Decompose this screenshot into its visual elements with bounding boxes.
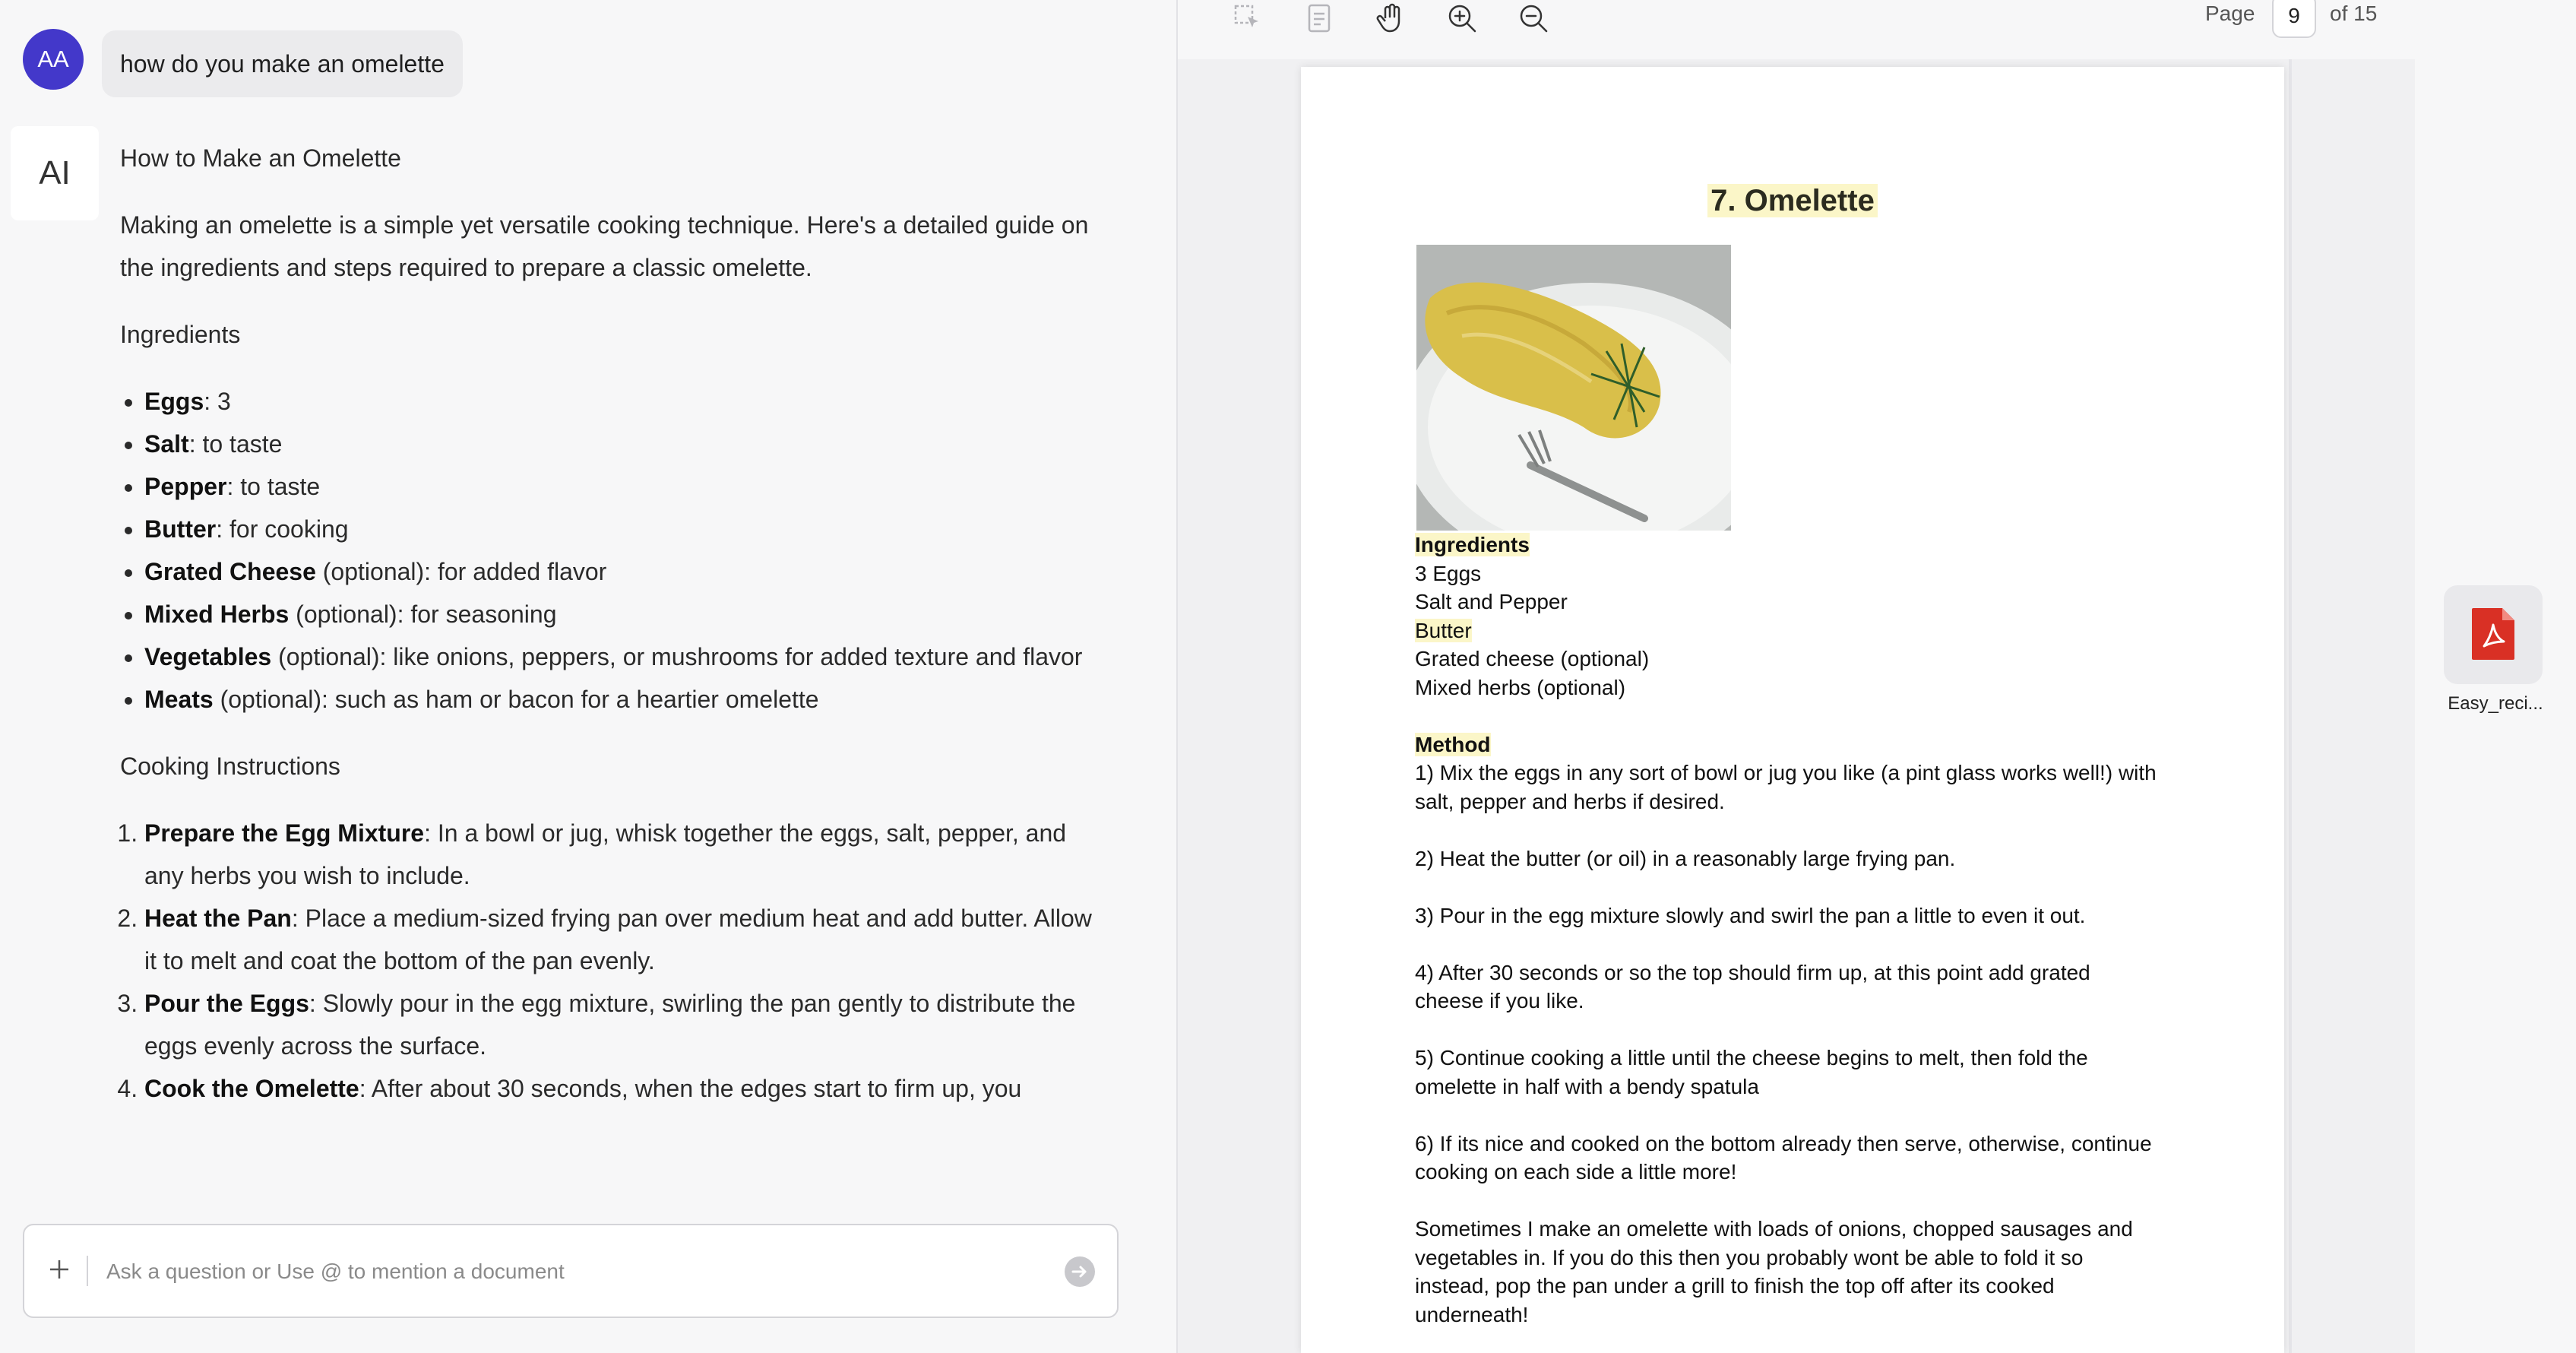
step-detail: : After about 30 seconds, when the edges… (359, 1075, 1022, 1102)
ingredient-name: Vegetables (144, 643, 272, 670)
doc-line: 5) Continue cooking a little until the c… (1415, 1046, 2088, 1069)
ingredients-list: Eggs: 3 Salt: to taste Pepper: to taste … (120, 380, 1108, 721)
ingredients-heading: Ingredients (120, 321, 241, 348)
doc-line: vegetables in. If you do this then you p… (1415, 1245, 2084, 1269)
doc-line: Butter (1415, 618, 1472, 642)
document-rail: Easy_reci... (2415, 0, 2576, 1353)
pdf-page: 7. Omelette Ingredients 3 Eggs Salt and … (1301, 67, 2284, 1353)
doc-line: 1) Mix the eggs in any sort of bowl or j… (1415, 761, 2157, 784)
step-name: Cook the Omelette (144, 1075, 359, 1102)
viewer-toolbar: Page of 15 (1178, 0, 2416, 59)
doc-line: Grated cheese (optional) (1415, 647, 1650, 670)
ai-answer: How to Make an Omelette Making an omelet… (120, 137, 1108, 1134)
step-name: Heat the Pan (144, 905, 292, 932)
viewer-scrollbar[interactable] (2289, 59, 2292, 1353)
step-name: Prepare the Egg Mixture (144, 819, 425, 847)
method-heading: Method (1415, 732, 1491, 756)
list-item: Meats (optional): such as ham or bacon f… (144, 678, 1108, 721)
list-item: Vegetables (optional): like onions, pepp… (144, 635, 1108, 678)
ingredient-name: Pepper (144, 473, 227, 500)
list-item: Pour the Eggs: Slowly pour in the egg mi… (144, 982, 1108, 1067)
ingredient-name: Meats (144, 686, 214, 713)
zoom-out-icon[interactable] (1517, 2, 1550, 35)
list-item: Mixed Herbs (optional): for seasoning (144, 593, 1108, 635)
instructions-heading: Cooking Instructions (120, 753, 340, 780)
doc-line: underneath! (1415, 1302, 1529, 1326)
list-item: Grated Cheese (optional): for added flav… (144, 550, 1108, 593)
pdf-file-icon (2472, 608, 2514, 660)
page-number-input[interactable] (2272, 0, 2316, 38)
ingredient-detail: (optional): such as ham or bacon for a h… (213, 686, 819, 713)
doc-line: 6) If its nice and cooked on the bottom … (1415, 1131, 2152, 1155)
ingredients-heading: Ingredients (1415, 533, 1530, 556)
select-tool-icon[interactable] (1231, 2, 1264, 35)
list-item: Pepper: to taste (144, 465, 1108, 508)
send-icon[interactable] (1064, 1256, 1096, 1288)
ingredient-detail: (optional): like onions, peppers, or mus… (271, 643, 1083, 670)
document-file-name: Easy_reci... (2448, 693, 2543, 714)
ingredient-name: Eggs (144, 388, 204, 415)
ai-avatar: AI (11, 126, 99, 220)
ingredient-name: Salt (144, 430, 189, 458)
page-total: of 15 (2330, 2, 2378, 25)
list-item: Butter: for cooking (144, 508, 1108, 550)
doc-line: instead, pop the pan under a grill to fi… (1415, 1274, 2055, 1298)
doc-line: 4) After 30 seconds or so the top should… (1415, 960, 2090, 984)
list-item: Eggs: 3 (144, 380, 1108, 423)
answer-title: How to Make an Omelette (120, 144, 401, 172)
chat-composer (23, 1224, 1119, 1318)
list-item: Heat the Pan: Place a medium-sized fryin… (144, 897, 1108, 982)
zoom-in-icon[interactable] (1445, 2, 1479, 35)
list-item: Cook the Omelette: After about 30 second… (144, 1067, 1108, 1110)
ingredient-detail: : for cooking (216, 515, 349, 543)
pdf-viewer: Page of 15 7. Omelette Ingre (1176, 0, 2416, 1353)
ingredient-detail: : 3 (204, 388, 231, 415)
document-body: Ingredients 3 Eggs Salt and Pepper Butte… (1415, 531, 2175, 1329)
doc-line: 2) Heat the butter (or oil) in a reasona… (1415, 846, 1956, 870)
doc-line: cooking on each side a little more! (1415, 1160, 1737, 1183)
instructions-list: Prepare the Egg Mixture: In a bowl or ju… (120, 812, 1108, 1110)
ingredient-name: Mixed Herbs (144, 600, 290, 628)
ingredient-name: Grated Cheese (144, 558, 316, 585)
user-message: how do you make an omelette (102, 30, 463, 97)
ingredient-detail: (optional): for seasoning (289, 600, 557, 628)
ingredient-detail: : to taste (226, 473, 321, 500)
ingredient-name: Butter (144, 515, 217, 543)
omelette-photo (1416, 245, 1731, 531)
doc-line: cheese if you like. (1415, 989, 1584, 1012)
document-title: 7. Omelette (1301, 184, 2284, 218)
plus-icon[interactable] (46, 1256, 73, 1283)
doc-line: omelette in half with a bendy spatula (1415, 1074, 1759, 1098)
list-item: Salt: to taste (144, 423, 1108, 465)
doc-line: Sometimes I make an omelette with loads … (1415, 1217, 2133, 1241)
document-card[interactable] (2444, 585, 2543, 684)
hand-tool-icon[interactable] (1374, 2, 1407, 35)
step-name: Pour the Eggs (144, 990, 309, 1017)
doc-line: Mixed herbs (optional) (1415, 675, 1626, 699)
text-tool-icon[interactable] (1302, 2, 1336, 35)
answer-intro: Making an omelette is a simple yet versa… (120, 211, 1089, 281)
chat-panel: AA how do you make an omelette AI How to… (0, 0, 1176, 1353)
user-avatar: AA (23, 29, 84, 90)
list-item: Prepare the Egg Mixture: In a bowl or ju… (144, 812, 1108, 897)
doc-line: 3) Pour in the egg mixture slowly and sw… (1415, 903, 2086, 927)
doc-line: salt, pepper and herbs if desired. (1415, 789, 1725, 813)
composer-divider (87, 1256, 88, 1286)
ingredient-detail: : to taste (188, 430, 283, 458)
doc-line: 3 Eggs (1415, 561, 1482, 585)
page-label: Page (2205, 2, 2255, 25)
ingredient-detail: (optional): for added flavor (315, 558, 607, 585)
chat-input[interactable] (105, 1248, 1035, 1295)
doc-line: Salt and Pepper (1415, 590, 1568, 613)
